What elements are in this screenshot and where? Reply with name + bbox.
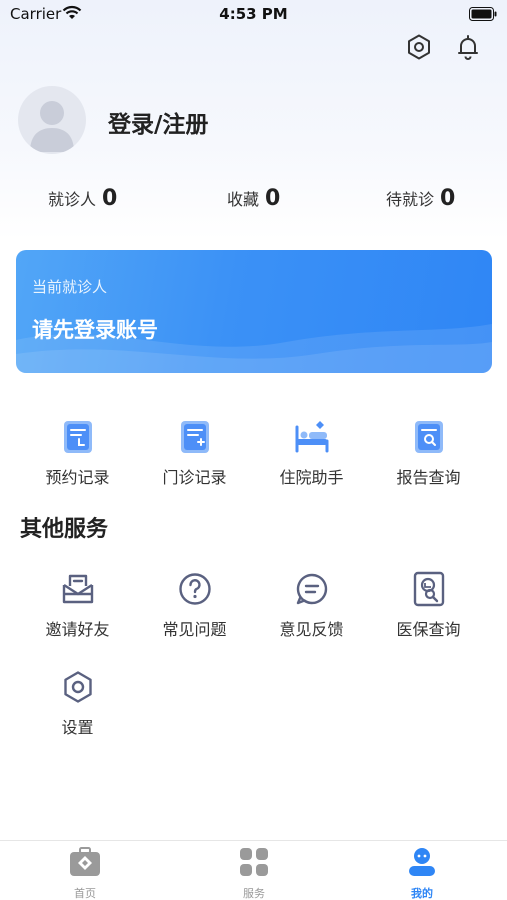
profile-icon [406,847,438,881]
login-register-link[interactable]: 登录/注册 [108,105,208,139]
stat-count: 0 [102,186,118,211]
service-label: 设置 [61,718,94,737]
stat-pending-visits[interactable]: 待就诊 0 [386,186,455,211]
service-report-query[interactable]: 报告查询 [370,418,487,488]
service-faq[interactable]: 常见问题 [136,570,253,640]
tab-service[interactable]: 服务 [194,847,314,900]
stat-count: 0 [265,186,281,211]
status-bar: Carrier 4:53 PM [0,0,507,28]
tab-label: 首页 [74,887,96,900]
stat-label: 收藏 [227,190,260,209]
battery-icon [469,6,497,21]
service-label: 门诊记录 [162,468,227,487]
service-label: 医保查询 [396,620,461,639]
tab-label: 我的 [411,887,433,900]
stat-label: 待就诊 [386,190,435,209]
tab-home[interactable]: 首页 [25,847,145,900]
feedback-icon [293,570,331,608]
question-icon [176,570,214,608]
section-title-other-services: 其他服务 [20,517,109,542]
hospital-bed-icon [293,418,331,456]
service-label: 常见问题 [162,620,227,639]
service-outpatient-records[interactable]: 门诊记录 [136,418,253,488]
settings-hexagon-icon [59,668,97,706]
home-icon [69,847,101,881]
card-title: 请先登录账号 [32,318,158,342]
stat-count: 0 [440,186,456,211]
avatar[interactable] [18,86,86,154]
service-label: 意见反馈 [279,620,344,639]
service-label: 预约记录 [45,468,110,487]
tab-mine[interactable]: 我的 [362,847,482,900]
service-invite-friends[interactable]: 邀请好友 [19,570,136,640]
service-appointment-records[interactable]: 预约记录 [19,418,136,488]
bell-icon[interactable] [453,32,483,62]
stat-patients[interactable]: 就诊人 0 [48,186,117,211]
service-grid-icon [239,847,269,881]
service-feedback[interactable]: 意见反馈 [253,570,370,640]
card-wave-decoration [16,324,492,373]
tab-bar: 首页 服务 我的 [0,840,507,900]
status-time: 4:53 PM [219,5,288,23]
stat-favorites[interactable]: 收藏 0 [227,186,280,211]
tab-label: 服务 [243,887,265,900]
service-insurance-query[interactable]: 医保查询 [370,570,487,640]
stat-label: 就诊人 [48,190,97,209]
invite-envelope-icon [59,570,97,608]
insurance-search-icon [410,570,448,608]
outpatient-record-icon [176,418,214,456]
service-label: 报告查询 [396,468,461,487]
service-hospital-assistant[interactable]: 住院助手 [253,418,370,488]
report-search-icon [410,418,448,456]
service-label: 邀请好友 [45,620,110,639]
service-settings[interactable]: 设置 [19,668,136,738]
settings-icon[interactable] [404,32,434,62]
service-label: 住院助手 [279,468,344,487]
appointment-record-icon [59,418,97,456]
current-patient-card[interactable]: 当前就诊人 请先登录账号 [16,250,492,373]
card-subtitle: 当前就诊人 [32,278,108,296]
